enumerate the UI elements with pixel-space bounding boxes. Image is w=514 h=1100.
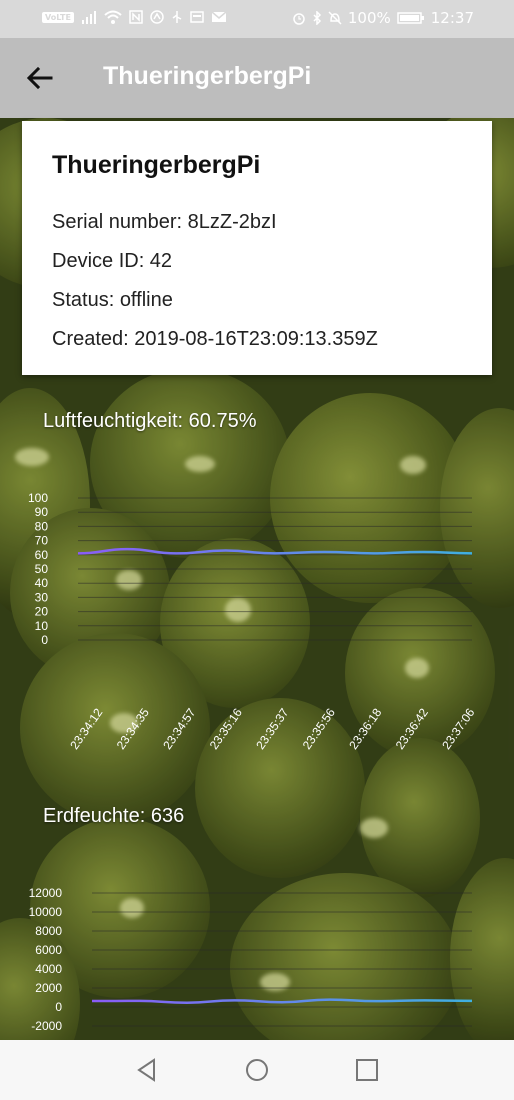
app-bar: ThueringerbergPi <box>0 38 514 118</box>
humidity-chart: 100908070605040302010023:34:12 23:34:35 23… <box>28 491 478 752</box>
y-tick-label: 2000 <box>35 981 62 995</box>
soil-moisture-label: Erdfeuchte: 636 <box>43 805 185 827</box>
status-left-icons: VoLTE <box>42 10 227 24</box>
y-tick-label: 60 <box>35 548 49 562</box>
usb-icon <box>172 11 182 23</box>
nfc-icon <box>129 10 143 24</box>
y-tick-label: 10 <box>35 619 49 633</box>
battery-icon <box>397 12 424 24</box>
series-line <box>91 998 473 1004</box>
bluetooth-icon <box>313 11 321 25</box>
nav-back-icon[interactable] <box>134 1057 160 1083</box>
y-tick-label: 20 <box>35 605 49 619</box>
status-bar: VoLTE 100% 12:37 <box>0 0 514 38</box>
y-tick-label: 40 <box>35 576 49 590</box>
device-name: ThueringerbergPi <box>52 151 261 179</box>
y-tick-label: 0 <box>41 633 48 647</box>
y-tick-label: 30 <box>35 590 49 604</box>
back-arrow-icon[interactable] <box>24 62 56 94</box>
y-tick-label: 10000 <box>29 905 63 919</box>
clock: 12:37 <box>430 9 474 27</box>
created-date: Created: 2019-08-16T23:09:13.359Z <box>52 328 378 350</box>
soil-moisture-chart: 12000 10000 8000 6000 4000 2000 0 -2000 <box>29 886 473 1033</box>
device-status: Status: offline <box>52 289 173 311</box>
page-title: ThueringerbergPi <box>103 62 312 90</box>
y-tick-label: 50 <box>35 562 49 576</box>
y-tick-label: -2000 <box>31 1019 62 1033</box>
battery-percent: 100% <box>347 9 391 27</box>
device-info-card: ThueringerbergPi Serial number: 8LzZ-2bz… <box>22 121 492 375</box>
y-tick-label: 8000 <box>35 924 62 938</box>
y-tick-label: 100 <box>28 491 48 505</box>
wifi-icon <box>104 10 122 24</box>
data-saver-icon <box>150 10 164 24</box>
alarm-icon <box>293 13 305 25</box>
y-tick-label: 80 <box>35 519 49 533</box>
series-line <box>77 547 473 555</box>
mute-icon <box>328 11 342 25</box>
signal-icon <box>81 11 96 24</box>
y-tick-label: 4000 <box>35 962 62 976</box>
nav-recents-icon[interactable] <box>354 1057 380 1083</box>
y-tick-label: 0 <box>55 1000 62 1014</box>
volte-icon: VoLTE <box>42 11 74 23</box>
y-tick-label: 70 <box>35 534 49 548</box>
y-tick-label: 6000 <box>35 943 62 957</box>
y-tick-label: 90 <box>35 505 49 519</box>
mail-icon <box>211 11 227 22</box>
navigation-bar <box>0 1040 514 1100</box>
y-tick-label: 12000 <box>29 886 63 900</box>
screenshot-icon <box>190 11 204 23</box>
status-right-icons: 100% 12:37 <box>292 9 474 27</box>
humidity-label: Luftfeuchtigkeit: 60.75% <box>43 410 257 432</box>
nav-home-icon[interactable] <box>244 1057 270 1083</box>
serial-number: Serial number: 8LzZ-2bzI <box>52 211 277 233</box>
device-id: Device ID: 42 <box>52 250 173 272</box>
